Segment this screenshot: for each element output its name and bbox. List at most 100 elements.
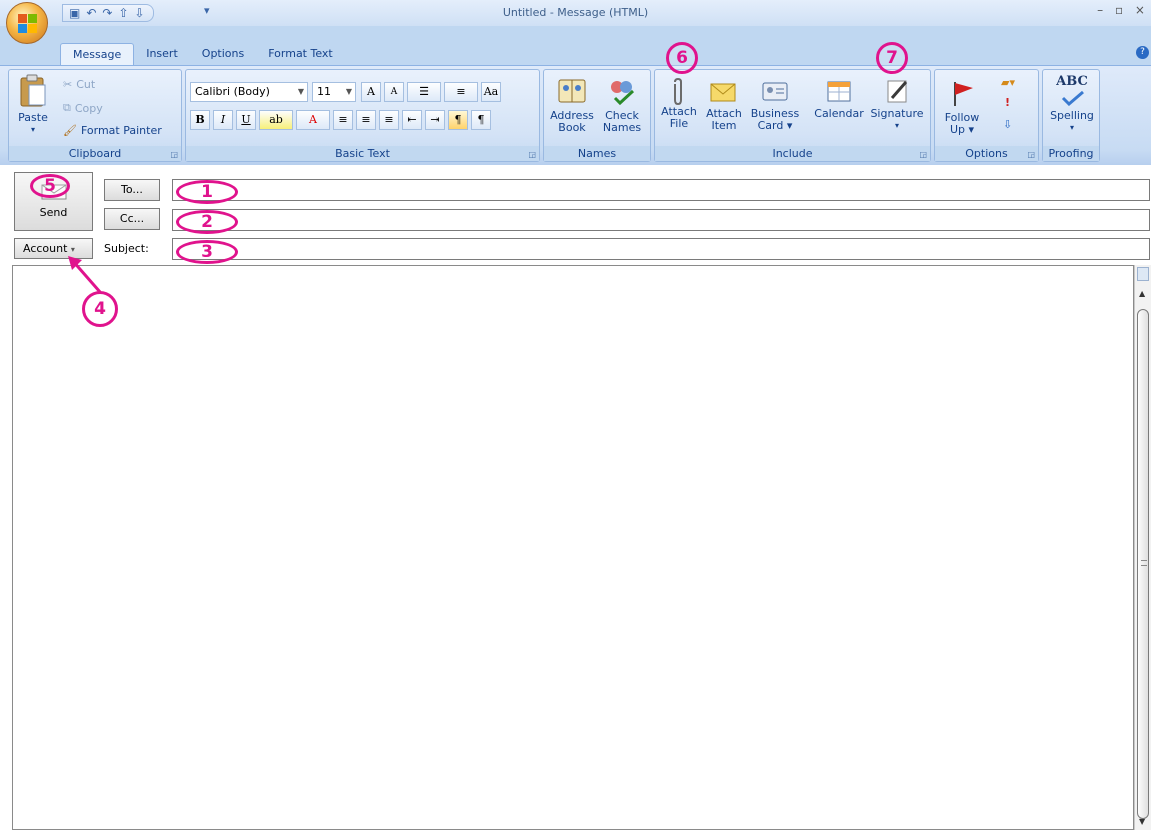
copy-label: Copy (74, 101, 103, 115)
styles-icon[interactable]: Aa (481, 82, 501, 102)
to-button[interactable]: To... (104, 179, 160, 201)
cut-label: Cut (76, 78, 96, 91)
title-bar: Untitled - Message (HTML) – ▫ × (0, 0, 1151, 26)
exclamation-icon: ! (1005, 96, 1011, 109)
decrease-indent-icon[interactable]: ⇤ (402, 110, 422, 130)
annotation-5: 5 (30, 174, 70, 198)
check-names-button[interactable]: Check Names (598, 76, 646, 134)
window-title: Untitled - Message (HTML) (502, 6, 649, 19)
tab-format-text[interactable]: Format Text (256, 43, 345, 65)
office-button[interactable] (6, 2, 48, 44)
signature-label: Signature (870, 107, 924, 120)
subject-label: Subject: (104, 242, 149, 255)
follow-up-button[interactable]: Follow Up ▾ (939, 78, 985, 136)
font-name-value: Calibri (Body) (195, 85, 270, 98)
rtl-icon[interactable]: ¶ (471, 110, 491, 130)
scroll-thumb[interactable] (1137, 309, 1149, 819)
paste-button[interactable]: Paste ▾ (15, 74, 51, 136)
grip-icon (1141, 560, 1147, 566)
scissors-icon: ✂ (63, 78, 73, 91)
tab-insert[interactable]: Insert (134, 43, 190, 65)
attach-file-label-2: File (669, 117, 689, 130)
options-group-label: Options (935, 146, 1038, 161)
proofing-group: ABC Spelling ▾ Proofing (1042, 69, 1100, 162)
font-size-combo[interactable]: 11 ▼ (312, 82, 356, 102)
attach-item-label-2: Item (711, 119, 737, 132)
cc-button[interactable]: Cc... (104, 208, 160, 230)
font-color-icon[interactable]: A (296, 110, 330, 130)
tab-message[interactable]: Message (60, 43, 135, 65)
spelling-button[interactable]: ABC Spelling ▾ (1045, 75, 1099, 134)
signature-button[interactable]: Signature ▾ (869, 78, 925, 132)
highlight-icon[interactable]: ab (259, 110, 293, 130)
chevron-down-icon: ▼ (345, 87, 352, 96)
checkmark-icon (1061, 90, 1084, 106)
quick-access-toolbar: ▣ ↶ ↷ ⇧ ⇩ (62, 4, 154, 22)
low-importance-button[interactable]: ⇩ (1003, 118, 1012, 131)
clipboard-launcher-icon[interactable]: ◲ (170, 150, 178, 159)
names-group-label: Names (544, 146, 650, 161)
envelope-icon (710, 83, 736, 102)
include-group-label: Include (655, 146, 930, 161)
message-body[interactable] (12, 265, 1134, 830)
ruler-toggle-icon[interactable] (1137, 267, 1149, 281)
help-icon[interactable]: ? (1136, 46, 1149, 59)
scroll-up-icon[interactable]: ▲ (1139, 289, 1145, 298)
include-launcher-icon[interactable]: ◲ (919, 150, 927, 159)
undo-icon[interactable]: ↶ (86, 5, 96, 21)
high-importance-button[interactable]: ! (1005, 96, 1010, 109)
annotation-1: 1 (176, 180, 238, 204)
copy-icon: ⧉ (63, 101, 71, 114)
align-left-icon[interactable]: ≡ (333, 110, 353, 130)
attach-item-button[interactable]: Attach Item (705, 78, 743, 132)
business-card-button[interactable]: Business Card ▾ (749, 78, 801, 132)
cc-field[interactable] (172, 209, 1150, 231)
calendar-button[interactable]: Calendar (809, 78, 869, 120)
bullets-icon[interactable]: ☰ (407, 82, 441, 102)
copy-button[interactable]: ⧉ Copy (63, 101, 103, 115)
tab-options[interactable]: Options (190, 43, 256, 65)
options-launcher-icon[interactable]: ◲ (1027, 150, 1035, 159)
shrink-font-icon[interactable]: A (384, 82, 404, 102)
align-center-icon[interactable]: ≡ (356, 110, 376, 130)
send-label: Send (39, 206, 68, 219)
to-field[interactable] (172, 179, 1150, 201)
qat-customize-icon[interactable]: ▾ (204, 4, 210, 17)
vertical-scrollbar[interactable]: ▲ ▼ (1134, 265, 1151, 830)
annotation-6: 6 (666, 42, 698, 74)
numbering-icon[interactable]: ≡ (444, 82, 478, 102)
paste-icon (20, 74, 46, 107)
options-group: Follow Up ▾ ▰▾ ! ⇩ Options ◲ (934, 69, 1039, 162)
redo-icon[interactable]: ↷ (102, 5, 112, 21)
scroll-down-icon[interactable]: ▼ (1139, 817, 1145, 826)
window-controls[interactable]: – ▫ × (1097, 3, 1149, 17)
basic-text-launcher-icon[interactable]: ◲ (528, 150, 536, 159)
subject-field[interactable] (172, 238, 1150, 260)
font-size-value: 11 (317, 85, 331, 98)
down-arrow-icon: ⇩ (1003, 118, 1013, 131)
save-icon[interactable]: ▣ (69, 5, 80, 21)
ltr-icon[interactable]: ¶ (448, 110, 468, 130)
annotation-arrow-icon (68, 256, 102, 293)
format-painter-label: Format Painter (80, 124, 162, 137)
font-name-combo[interactable]: Calibri (Body) ▼ (190, 82, 308, 102)
business-card-icon (762, 82, 788, 101)
italic-icon[interactable]: I (213, 110, 233, 130)
align-right-icon[interactable]: ≡ (379, 110, 399, 130)
address-book-label-2: Book (558, 121, 586, 134)
address-book-button[interactable]: Address Book (548, 76, 596, 134)
attach-file-button[interactable]: Attach File (659, 106, 699, 130)
calendar-label: Calendar (814, 107, 864, 120)
format-painter-button[interactable]: 🖌 Format Painter (63, 124, 162, 137)
annotation-7: 7 (876, 42, 908, 74)
up-icon[interactable]: ⇧ (118, 5, 128, 21)
categorize-button[interactable]: ▰▾ (1001, 76, 1015, 89)
grow-font-icon[interactable]: A (361, 82, 381, 102)
proofing-group-label: Proofing (1043, 146, 1099, 161)
font-grow-row: A A ☰ ≡ Aa (361, 82, 501, 102)
down-icon[interactable]: ⇩ (135, 5, 145, 21)
bold-icon[interactable]: B (190, 110, 210, 130)
underline-icon[interactable]: U (236, 110, 256, 130)
cut-button[interactable]: ✂ Cut (63, 78, 95, 91)
increase-indent-icon[interactable]: ⇥ (425, 110, 445, 130)
